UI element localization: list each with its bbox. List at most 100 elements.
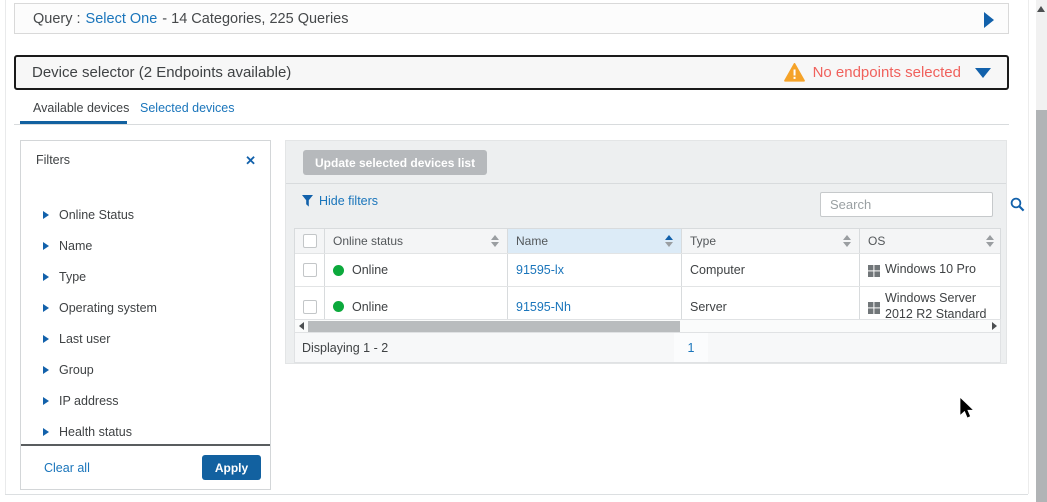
os-cell: Windows 10 Pro bbox=[860, 254, 1002, 286]
filter-item-label: Type bbox=[59, 270, 86, 284]
query-bar: Query : Select One - 14 Categories, 225 … bbox=[14, 3, 1009, 34]
horizontal-scrollbar-thumb[interactable] bbox=[308, 321, 680, 332]
filter-item-group[interactable]: Group bbox=[21, 354, 270, 385]
filter-item-label: Health status bbox=[59, 425, 132, 439]
chevron-right-icon bbox=[43, 366, 49, 374]
expand-query-icon[interactable] bbox=[984, 12, 994, 28]
row-checkbox[interactable] bbox=[303, 263, 317, 277]
online-status-cell: Online bbox=[325, 254, 508, 286]
sort-icon[interactable] bbox=[491, 235, 499, 247]
sort-icon-ascending[interactable] bbox=[665, 235, 673, 247]
row-select-cell bbox=[295, 254, 325, 286]
column-label: OS bbox=[868, 234, 885, 248]
filter-item-last-user[interactable]: Last user bbox=[21, 323, 270, 354]
chevron-right-icon bbox=[43, 273, 49, 281]
vertical-scrollbar[interactable] bbox=[1036, 0, 1047, 502]
hide-filters-link[interactable]: Hide filters bbox=[302, 194, 378, 208]
tab-selected-devices[interactable]: Selected devices bbox=[140, 101, 235, 115]
windows-icon bbox=[868, 302, 880, 314]
filters-footer: Clear all Apply bbox=[21, 444, 270, 489]
os-label: Windows Server 2012 R2 Standard bbox=[885, 291, 994, 322]
devices-card: Update selected devices list Hide filter… bbox=[285, 140, 1007, 364]
apply-button[interactable]: Apply bbox=[202, 455, 261, 480]
device-selector-page: Query : Select One - 14 Categories, 225 … bbox=[0, 0, 1047, 502]
filter-item-health-status[interactable]: Health status bbox=[21, 416, 270, 447]
device-name-link[interactable]: 91595-Nh bbox=[516, 300, 571, 314]
tabs-divider bbox=[14, 124, 1009, 125]
filter-item-label: Name bbox=[59, 239, 92, 253]
query-label: Query : bbox=[33, 11, 81, 27]
device-selector-title: Device selector (2 Endpoints available) bbox=[32, 64, 291, 81]
device-name-link[interactable]: 91595-lx bbox=[516, 263, 564, 277]
warning-icon bbox=[784, 63, 805, 82]
close-filters-icon[interactable]: ✕ bbox=[245, 154, 256, 167]
sort-icon[interactable] bbox=[986, 235, 994, 247]
chevron-right-icon bbox=[43, 211, 49, 219]
page-bottom-divider bbox=[5, 494, 1028, 495]
filter-item-label: Group bbox=[59, 363, 94, 377]
table-row: Online 91595-lx Computer Windows 10 Pro bbox=[295, 253, 1000, 286]
page-number-button[interactable]: 1 bbox=[674, 333, 708, 362]
type-cell: Computer bbox=[682, 254, 860, 286]
update-selected-devices-button[interactable]: Update selected devices list bbox=[303, 150, 487, 175]
clear-all-link[interactable]: Clear all bbox=[44, 461, 90, 475]
column-label: Type bbox=[690, 234, 716, 248]
displaying-count: Displaying 1 - 2 bbox=[302, 341, 388, 355]
online-status-dot bbox=[333, 265, 344, 276]
search-input[interactable] bbox=[821, 197, 1010, 212]
filter-item-label: Online Status bbox=[59, 208, 134, 222]
collapse-panel-icon[interactable] bbox=[975, 68, 991, 78]
chevron-right-icon bbox=[43, 428, 49, 436]
online-status-dot bbox=[333, 301, 344, 312]
sort-icon[interactable] bbox=[843, 235, 851, 247]
filter-item-name[interactable]: Name bbox=[21, 230, 270, 261]
chevron-right-icon bbox=[43, 397, 49, 405]
search-box bbox=[820, 192, 993, 217]
filters-panel: Filters ✕ Online Status Name Type Operat… bbox=[20, 140, 271, 490]
horizontal-scrollbar[interactable] bbox=[294, 319, 1001, 333]
device-selector-header[interactable]: Device selector (2 Endpoints available) … bbox=[14, 55, 1009, 90]
select-all-checkbox[interactable] bbox=[303, 234, 317, 248]
scroll-left-icon[interactable] bbox=[295, 322, 307, 330]
query-select-link[interactable]: Select One bbox=[86, 11, 158, 27]
vertical-scrollbar-thumb[interactable] bbox=[1036, 110, 1047, 502]
filter-item-type[interactable]: Type bbox=[21, 261, 270, 292]
column-header-os[interactable]: OS bbox=[860, 229, 1002, 253]
chevron-right-icon bbox=[43, 242, 49, 250]
chevron-right-icon bbox=[43, 335, 49, 343]
funnel-icon bbox=[302, 195, 313, 207]
mouse-cursor bbox=[960, 398, 974, 419]
online-status-label: Online bbox=[352, 263, 388, 277]
column-header-online-status[interactable]: Online status bbox=[325, 229, 508, 253]
name-cell: 91595-lx bbox=[508, 254, 682, 286]
page-left-border bbox=[5, 0, 6, 494]
filter-item-label: Last user bbox=[59, 332, 110, 346]
toolbar-divider bbox=[286, 183, 1006, 184]
tab-available-devices[interactable]: Available devices bbox=[33, 101, 129, 115]
row-checkbox[interactable] bbox=[303, 300, 317, 314]
online-status-label: Online bbox=[352, 300, 388, 314]
filter-item-label: IP address bbox=[59, 394, 119, 408]
filters-title: Filters bbox=[36, 153, 70, 167]
hide-filters-label: Hide filters bbox=[319, 194, 378, 208]
devices-table: Online status Name Type OS bbox=[294, 228, 1001, 326]
search-icon[interactable] bbox=[1010, 197, 1025, 212]
column-header-type[interactable]: Type bbox=[682, 229, 860, 253]
filter-item-ip-address[interactable]: IP address bbox=[21, 385, 270, 416]
column-label: Online status bbox=[333, 234, 403, 248]
no-endpoints-warning: No endpoints selected bbox=[813, 64, 961, 81]
os-label: Windows 10 Pro bbox=[885, 262, 976, 278]
scroll-up-icon[interactable] bbox=[1037, 6, 1045, 12]
table-header-row: Online status Name Type OS bbox=[295, 229, 1000, 253]
scroll-right-icon[interactable] bbox=[988, 322, 1000, 330]
filter-item-online-status[interactable]: Online Status bbox=[21, 199, 270, 230]
chevron-right-icon bbox=[43, 304, 49, 312]
content-right-border bbox=[1028, 0, 1029, 494]
column-label: Name bbox=[516, 234, 548, 248]
filter-item-label: Operating system bbox=[59, 301, 157, 315]
query-summary: - 14 Categories, 225 Queries bbox=[162, 11, 348, 27]
column-header-name[interactable]: Name bbox=[508, 229, 682, 253]
filter-item-operating-system[interactable]: Operating system bbox=[21, 292, 270, 323]
windows-icon bbox=[868, 265, 880, 277]
select-all-cell bbox=[295, 229, 325, 253]
